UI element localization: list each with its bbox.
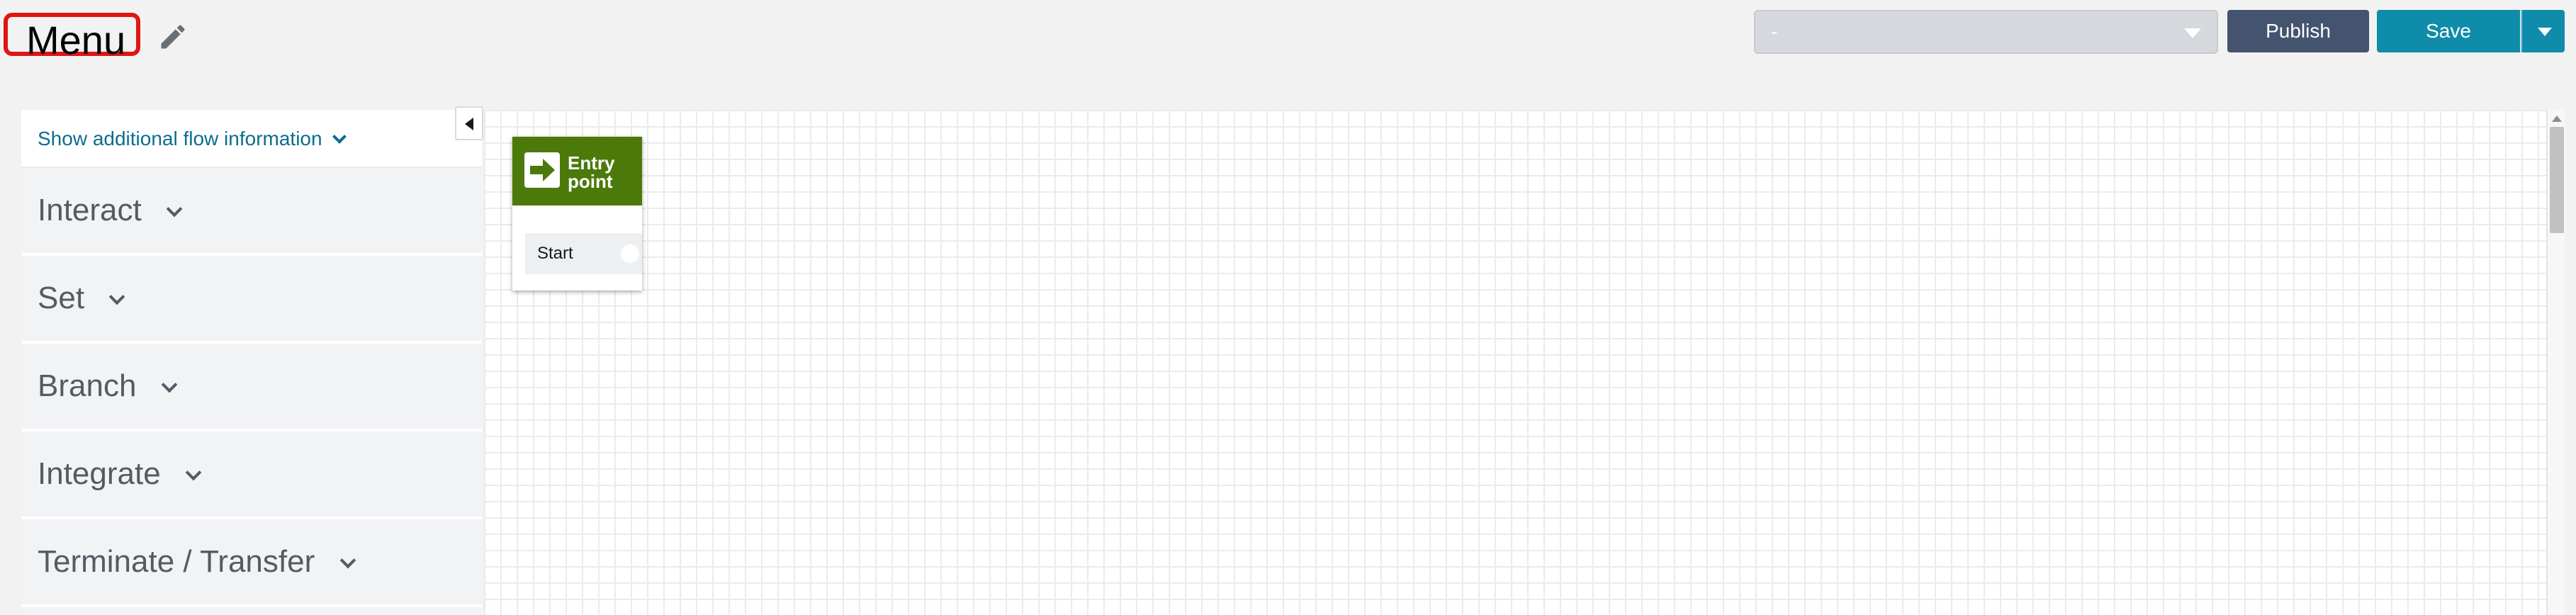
flow-canvas[interactable] <box>484 110 2546 615</box>
category-label: Branch <box>38 368 137 403</box>
flow-version-select[interactable]: - <box>1754 10 2218 54</box>
start-branch-label: Start <box>537 244 573 263</box>
chevron-down-icon <box>166 201 183 218</box>
save-button[interactable]: Save <box>2377 10 2520 52</box>
vertical-scrollbar[interactable] <box>2546 110 2565 615</box>
block-palette: Show additional flow information Interac… <box>21 110 482 615</box>
scroll-up-icon[interactable] <box>2552 115 2562 122</box>
category-branch[interactable]: Branch <box>21 344 482 431</box>
category-terminate-transfer[interactable]: Terminate / Transfer <box>21 519 482 607</box>
entry-title-line1: Entry <box>568 152 615 174</box>
caret-left-icon <box>465 118 473 130</box>
top-bar: Menu - Publish Save <box>0 0 2576 106</box>
entry-point-title: Entry point <box>568 154 639 191</box>
collapse-palette-button[interactable] <box>455 106 483 140</box>
entry-point-header: Entry point <box>512 137 642 205</box>
start-branch[interactable]: Start <box>525 233 642 274</box>
chevron-down-icon <box>2538 28 2552 36</box>
chevron-down-icon <box>339 552 356 569</box>
chevron-down-icon <box>161 376 177 393</box>
category-set[interactable]: Set <box>21 256 482 344</box>
scrollbar-thumb[interactable] <box>2550 127 2564 233</box>
chevron-down-icon <box>185 464 202 481</box>
category-label: Interact <box>38 193 142 227</box>
publish-button[interactable]: Publish <box>2227 10 2369 52</box>
category-interact[interactable]: Interact <box>21 168 482 256</box>
category-label: Integrate <box>38 456 161 491</box>
save-options-button[interactable] <box>2521 10 2565 52</box>
entry-point-block[interactable]: Entry point Start <box>512 137 642 290</box>
connector-handle[interactable] <box>621 244 639 263</box>
show-flow-info-label: Show additional flow information <box>38 128 322 149</box>
arrow-right-icon <box>524 152 560 188</box>
chevron-down-icon <box>332 130 347 144</box>
chevron-down-icon <box>2184 28 2201 38</box>
flow-title[interactable]: Menu <box>4 13 140 60</box>
category-label: Terminate / Transfer <box>38 544 315 579</box>
show-flow-info-link[interactable]: Show additional flow information <box>21 110 482 168</box>
flow-select-value: - <box>1771 21 1778 43</box>
chevron-down-icon <box>108 288 125 305</box>
pencil-icon[interactable] <box>157 21 189 52</box>
category-label: Set <box>38 281 85 315</box>
category-integrate[interactable]: Integrate <box>21 431 482 519</box>
entry-title-line2: point <box>568 171 613 192</box>
